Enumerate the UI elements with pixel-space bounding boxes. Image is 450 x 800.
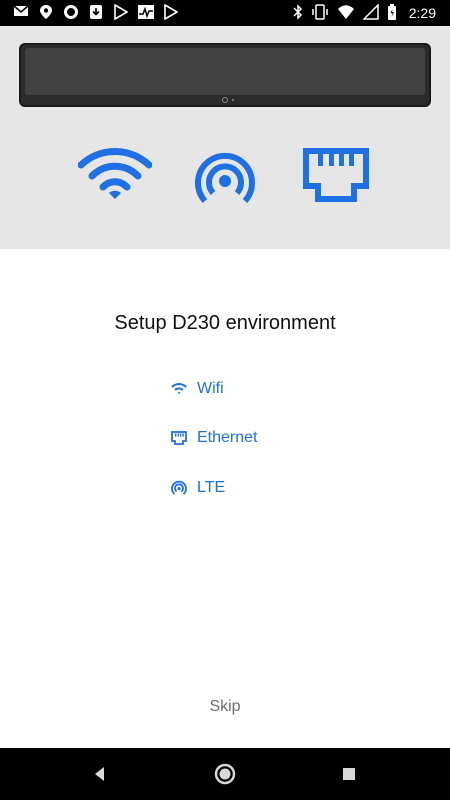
vibrate-icon <box>311 4 329 22</box>
wifi-icon <box>171 383 187 394</box>
page-title: Setup D230 environment <box>114 312 336 334</box>
wifi-option[interactable]: Wifi <box>170 377 224 401</box>
notification-icons <box>12 3 180 22</box>
wifi-icon <box>337 4 355 22</box>
skip-button[interactable]: Skip <box>0 698 450 716</box>
clock: 2:29 <box>408 5 436 21</box>
ethernet-option-label: Ethernet <box>197 429 258 446</box>
signal-icon <box>361 3 379 22</box>
ethernet-option[interactable]: Ethernet <box>170 426 257 450</box>
connection-icons <box>0 148 450 208</box>
recents-button[interactable] <box>337 762 361 786</box>
lte-option-label: LTE <box>197 479 226 496</box>
device-illustration <box>19 43 431 107</box>
lte-option[interactable]: LTE <box>170 476 225 500</box>
download-icon <box>87 4 105 22</box>
hero-banner <box>0 26 450 249</box>
navigation-bar <box>0 748 450 800</box>
back-button[interactable] <box>88 762 112 786</box>
battery-icon <box>387 4 397 22</box>
bluetooth-icon <box>293 4 303 22</box>
location-icon <box>37 4 55 22</box>
ethernet-icon <box>171 431 187 445</box>
ethernet-icon <box>303 148 369 202</box>
gmail-icon <box>12 4 30 22</box>
play-store-icon <box>112 3 130 22</box>
lte-icon <box>195 152 255 204</box>
lte-icon <box>171 480 187 495</box>
system-icons: 2:29 <box>293 3 436 22</box>
circle-icon <box>62 4 80 22</box>
wifi-icon <box>78 148 152 199</box>
home-button[interactable] <box>213 762 237 786</box>
device-screen <box>25 48 425 95</box>
play-store-icon <box>162 3 180 22</box>
wifi-option-label: Wifi <box>197 380 224 397</box>
status-bar: 2:29 <box>0 0 450 26</box>
device-camera <box>222 97 228 103</box>
device-sensor <box>232 99 234 101</box>
activity-icon <box>137 4 155 22</box>
